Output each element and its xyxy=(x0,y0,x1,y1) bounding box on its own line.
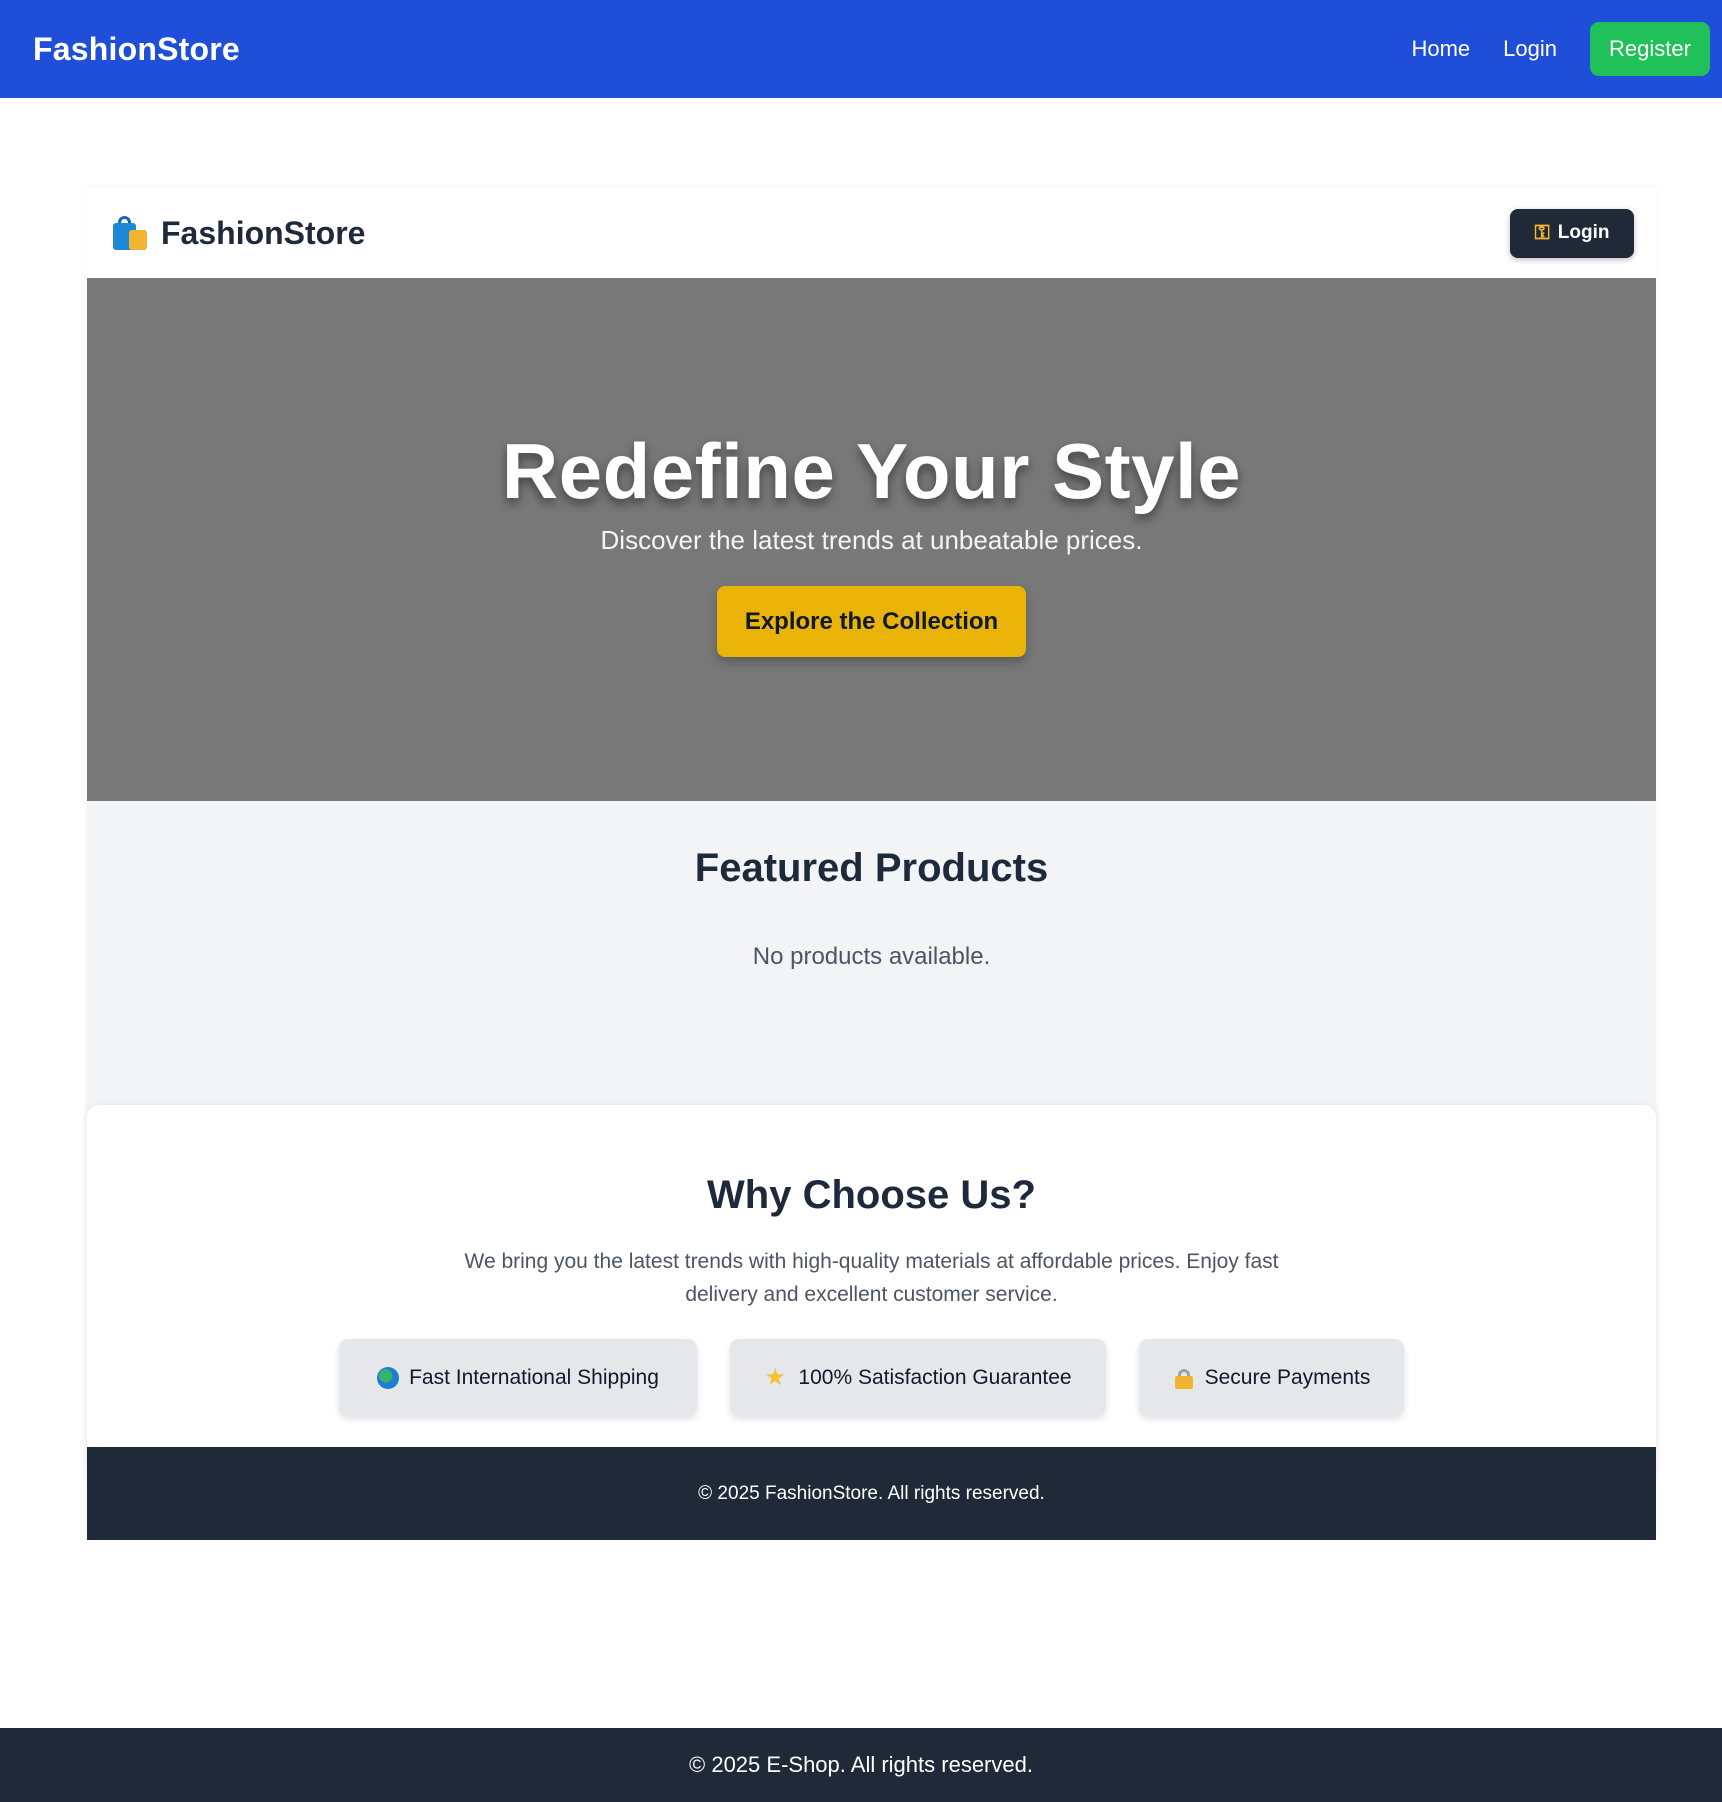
featured-products-title: Featured Products xyxy=(694,846,1049,890)
site-footer-text: © 2025 E-Shop. All rights reserved. xyxy=(689,1752,1033,1777)
page-content: FashionStore ⚿ Login Redefine Your Style… xyxy=(0,98,1722,1728)
feature-shipping: Fast International Shipping xyxy=(339,1339,697,1416)
globe-icon xyxy=(377,1366,400,1389)
feature-label: Fast International Shipping xyxy=(409,1365,659,1389)
hero-section: Redefine Your Style Discover the latest … xyxy=(87,278,1656,801)
store-login-button[interactable]: ⚿ Login xyxy=(1510,208,1634,258)
navbar-links: Home Login Register xyxy=(1411,22,1710,76)
feature-list: Fast International Shipping ★ 100% Satis… xyxy=(87,1339,1656,1416)
feature-secure-payments: Secure Payments xyxy=(1139,1339,1404,1416)
hero-title: Redefine Your Style xyxy=(501,427,1242,515)
why-description: We bring you the latest trends with high… xyxy=(464,1250,1279,1306)
feature-satisfaction: ★ 100% Satisfaction Guarantee xyxy=(730,1339,1106,1416)
site-footer: © 2025 E-Shop. All rights reserved. xyxy=(0,1728,1722,1802)
why-title: Why Choose Us? xyxy=(707,1173,1036,1217)
navbar-brand[interactable]: FashionStore xyxy=(33,31,240,68)
top-navbar: FashionStore Home Login Register xyxy=(0,0,1722,98)
store-brand[interactable]: FashionStore xyxy=(113,215,365,252)
key-icon: ⚿ xyxy=(1534,221,1550,244)
store-container: FashionStore ⚿ Login Redefine Your Style… xyxy=(87,188,1656,1540)
featured-empty-message: No products available. xyxy=(752,943,991,970)
hero-subtitle: Discover the latest trends at unbeatable… xyxy=(600,525,1143,555)
feature-label: Secure Payments xyxy=(1204,1365,1371,1389)
star-icon: ★ xyxy=(764,1363,786,1391)
feature-label: 100% Satisfaction Guarantee xyxy=(798,1365,1072,1389)
explore-collection-button[interactable]: Explore the Collection xyxy=(717,586,1026,657)
lock-icon xyxy=(1173,1367,1195,1389)
nav-link-login[interactable]: Login xyxy=(1503,36,1557,62)
shopping-bags-icon xyxy=(113,216,147,250)
nav-link-home[interactable]: Home xyxy=(1411,36,1470,62)
store-footer: © 2025 FashionStore. All rights reserved… xyxy=(87,1447,1656,1540)
store-footer-text: © 2025 FashionStore. All rights reserved… xyxy=(698,1482,1045,1504)
store-header: FashionStore ⚿ Login xyxy=(87,188,1656,278)
store-login-label: Login xyxy=(1557,222,1610,243)
store-title: FashionStore xyxy=(161,214,366,251)
why-choose-us-card: Why Choose Us? We bring you the latest t… xyxy=(87,1105,1656,1481)
register-button[interactable]: Register xyxy=(1590,22,1710,76)
